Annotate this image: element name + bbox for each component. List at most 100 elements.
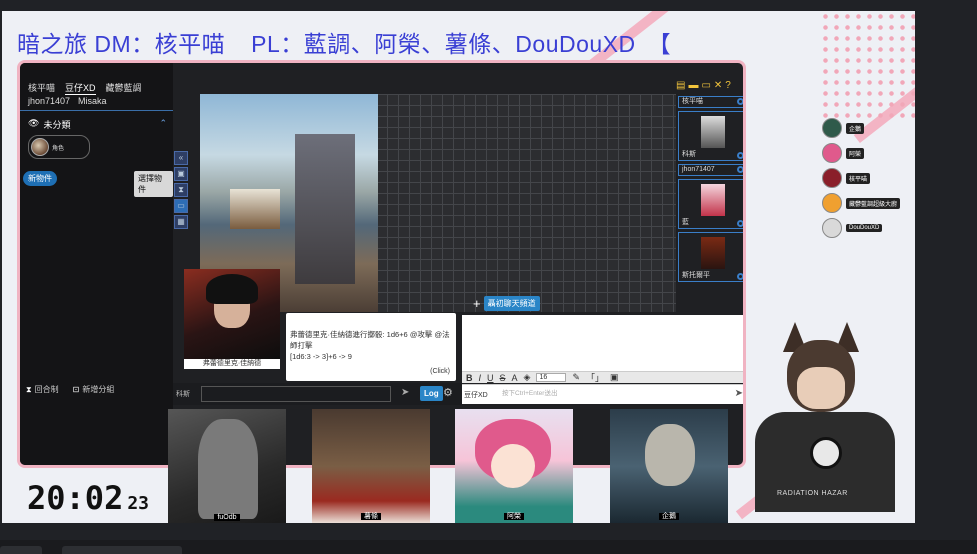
gear-icon[interactable]: ⚙ (443, 386, 453, 399)
taskbar-tab[interactable] (62, 546, 182, 554)
character-portrait (701, 116, 725, 148)
avatar-face (491, 444, 535, 488)
plus-icon[interactable]: + (473, 296, 481, 311)
avatar (822, 193, 842, 213)
fill-icon[interactable]: ◈ (524, 372, 531, 383)
participant-list: 企鵝 阿榮 核平喵 藏鬱藍調超級大廚 DouDouXD (822, 118, 901, 238)
speaker-select[interactable]: 科斯 (176, 389, 190, 399)
gear-icon[interactable] (737, 98, 743, 105)
webcam-tile: 阿榮 (455, 409, 573, 523)
format-toolbar: B I U S A ◈ 16 ✎ 「」 ▣ (462, 371, 743, 384)
character-portrait (701, 184, 725, 216)
vtuber-avatar: RADIATION HAZAR (735, 322, 913, 512)
portrait-hair (206, 274, 258, 304)
webcam-tile: 薯條 (312, 409, 430, 523)
quote-icon[interactable]: 「」 (586, 371, 604, 384)
avatar (822, 118, 842, 138)
folder-icon: ⊡ (72, 385, 80, 394)
character-card[interactable]: 斯托爾平 (678, 232, 743, 282)
title-players: PL：藍調、阿榮、薯條、DouDouXD 【 (251, 31, 672, 57)
send-icon[interactable]: ➤ (401, 387, 409, 398)
stream-title: 暗之旅 DM：核平喵 PL：藍調、阿榮、薯條、DouDouXD 【 (17, 25, 671, 59)
hourglass-tool-icon[interactable]: ⧗ (174, 183, 188, 197)
message-bar: 科斯 ➤ Log ⚙ (173, 383, 462, 405)
character-card[interactable]: 科斯 (678, 111, 743, 161)
image-tool-icon[interactable]: ▣ (174, 167, 188, 181)
user-name[interactable]: Misaka (78, 96, 107, 106)
select-token-button[interactable]: 選擇物件 (134, 171, 173, 197)
vtt-window: 核平喵 豆仔XD 藏鬱藍調 jhon71407 Misaka 👁 未分類 ⌃ 角色… (17, 60, 746, 468)
character-owner: 核平喵 (678, 96, 743, 108)
image-icon[interactable]: ▣ (610, 372, 619, 383)
character-portrait (701, 237, 725, 269)
add-channel[interactable]: + 聶初聊天頻道 (473, 296, 540, 311)
sidebar-footer: ⧗ 回合制 ⊡ 新增分組 (26, 384, 114, 395)
gear-icon[interactable] (737, 152, 743, 159)
gear-icon[interactable] (737, 166, 743, 173)
log-button[interactable]: Log (420, 386, 443, 401)
user-line: jhon71407 Misaka (28, 96, 107, 106)
category-label: 未分類 (43, 120, 71, 130)
participant: DouDouXD (822, 218, 900, 238)
gear-icon[interactable] (737, 273, 743, 280)
new-group-label: 新增分組 (82, 385, 115, 394)
hourglass-icon: ⧗ (26, 385, 32, 394)
selector-item-active[interactable]: 豆仔XD (65, 81, 96, 95)
selector-item[interactable]: 藏鬱藍調 (106, 81, 142, 95)
color-icon[interactable]: A (512, 373, 518, 383)
bold-button[interactable]: B (466, 373, 473, 383)
dice-icon[interactable]: ▤ (676, 80, 685, 91)
chat-input[interactable]: 按下Ctrl+Enter送出 (502, 387, 557, 397)
chat-speaker[interactable]: 豆仔XD (464, 390, 488, 400)
chat-log[interactable] (462, 315, 743, 371)
clock-time: 20:02 (27, 479, 124, 517)
collapse-icon[interactable]: « (174, 151, 188, 165)
token-chip[interactable]: 角色 (28, 135, 90, 159)
clock-seconds: 23 (127, 493, 150, 514)
italic-button[interactable]: I (479, 373, 482, 383)
category-header[interactable]: 👁 未分類 (28, 118, 70, 131)
underline-button[interactable]: U (487, 373, 494, 383)
participant: 藏鬱藍調超級大廚 (822, 193, 901, 213)
taskbar (0, 540, 977, 554)
round-button[interactable]: ⧗ 回合制 (26, 384, 59, 395)
cam-caption: 企鵝 (610, 511, 728, 521)
round-label: 回合制 (34, 385, 59, 394)
gear-icon[interactable] (737, 220, 743, 227)
taskbar-tab[interactable] (0, 546, 42, 554)
draw-tool-icon[interactable]: ▭ (174, 199, 188, 213)
stream-canvas: 暗之旅 DM：核平喵 PL：藍調、阿榮、薯條、DouDouXD 【 核平喵 豆仔X… (0, 0, 977, 554)
strike-button[interactable]: S (500, 373, 506, 383)
webcam-tile: fuOdb (168, 409, 286, 523)
eraser-icon[interactable]: ✎ (572, 372, 580, 383)
character-card[interactable]: 藍 (678, 179, 743, 229)
chevron-up-icon[interactable]: ⌃ (159, 118, 167, 129)
decor-dots (820, 11, 915, 121)
character-name: 科斯 (682, 151, 696, 158)
participant: 阿榮 (822, 143, 900, 163)
dice-roll-message[interactable]: 弗蕾德里克·佳納德進行擲骰: 1d6+6 @攻擊 @法師打擊 [1d6:3 ->… (286, 313, 456, 381)
grid-tool-icon[interactable]: ▦ (174, 215, 188, 229)
chat-icon[interactable]: ▭ (701, 80, 710, 91)
vest-label: RADIATION HAZAR (777, 490, 848, 497)
message-input[interactable] (201, 386, 391, 402)
participant-name: 企鵝 (846, 122, 865, 134)
portrait-caption: 弗蕾德里克·佳納德 (184, 359, 280, 369)
roll-text: 弗蕾德里克·佳納德進行擲骰: 1d6+6 @攻擊 @法師打擊 (290, 330, 450, 350)
castle-shape (295, 134, 355, 284)
avatar (822, 143, 842, 163)
swords-icon[interactable]: ✕ (714, 80, 722, 91)
eye-icon: 👁 (28, 118, 40, 128)
avatar-face (797, 367, 845, 409)
new-group-button[interactable]: ⊡ 新增分組 (73, 384, 115, 395)
cam-caption: 薯條 (312, 511, 430, 521)
channel-tab[interactable]: 聶初聊天頻道 (483, 296, 540, 311)
selector-item[interactable]: 核平喵 (28, 81, 55, 95)
help-icon[interactable]: ? (725, 80, 731, 91)
avatar (822, 218, 842, 238)
font-size-field[interactable]: 16 (536, 373, 567, 382)
user-name[interactable]: jhon71407 (28, 96, 70, 106)
avatar (822, 168, 842, 188)
new-token-button[interactable]: 新物件 (23, 171, 57, 186)
cards-icon[interactable]: ▬ (688, 80, 698, 91)
